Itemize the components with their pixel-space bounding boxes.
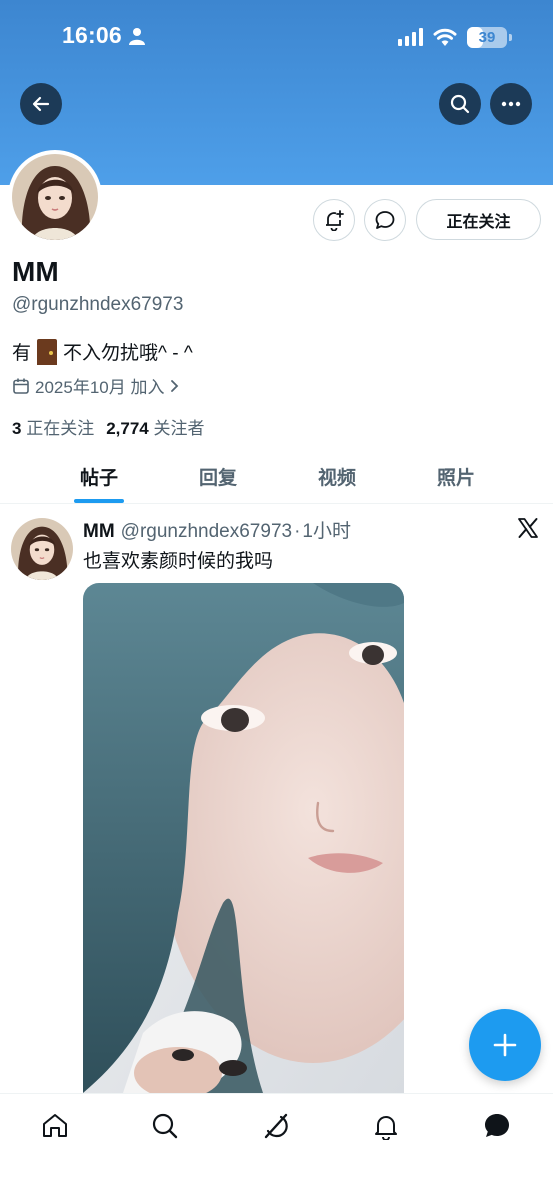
following-label: 正在关注 [26, 419, 95, 438]
joined-text: 2025年10月 加入 [35, 378, 165, 397]
status-time: 16:06 [62, 22, 122, 48]
tab-replies[interactable]: 回复 [168, 448, 268, 504]
door-icon [37, 338, 58, 365]
following-button[interactable]: 正在关注 [416, 199, 541, 240]
followers-label: 关注者 [153, 419, 205, 438]
nav-notifications[interactable] [358, 1108, 414, 1144]
wifi-icon [433, 28, 457, 46]
search-icon [450, 94, 470, 114]
person-icon [129, 28, 145, 45]
display-name: MM [12, 256, 59, 287]
more-icon [501, 101, 521, 107]
nav-home[interactable] [27, 1108, 83, 1144]
profile-handle: @rgunzhndex67973 [12, 294, 184, 315]
back-button[interactable] [20, 83, 62, 125]
joined-date: 2025年10月 加入 [12, 373, 179, 398]
avatar-image [12, 154, 98, 240]
bio-prefix: 有 [12, 343, 32, 364]
tab-photos[interactable]: 照片 [406, 448, 506, 504]
nav-messages[interactable] [469, 1108, 525, 1144]
tab-videos[interactable]: 视频 [287, 448, 387, 504]
more-button[interactable] [490, 83, 532, 125]
following-count-link[interactable]: 3 正在关注 [12, 414, 94, 439]
chat-bubble-icon [375, 211, 395, 229]
post-separator: · [294, 521, 301, 542]
bottom-nav [0, 1093, 553, 1200]
messages-icon [485, 1114, 509, 1137]
post-avatar[interactable] [11, 518, 73, 580]
status-bar: 16:06 39 [0, 0, 553, 76]
grok-icon [264, 1113, 288, 1139]
chevron-right-icon [171, 379, 179, 392]
battery-icon: 39 [467, 26, 512, 48]
plus-icon [493, 1033, 517, 1057]
tab-posts[interactable]: 帖子 [49, 448, 149, 504]
nav-grok[interactable] [248, 1108, 304, 1144]
bio-suffix: 不入勿扰哦^ - ^ [63, 343, 193, 364]
post-text: 也喜欢素颜时候的我吗 [83, 551, 274, 572]
arrow-left-icon [32, 96, 50, 112]
home-icon [43, 1114, 67, 1137]
bell-plus-icon [326, 210, 344, 231]
nav-search[interactable] [137, 1108, 193, 1144]
search-icon [152, 1113, 178, 1139]
profile-avatar[interactable] [8, 150, 102, 244]
calendar-icon [13, 378, 29, 394]
profile-tabs: 帖子 回复 视频 照片 [0, 448, 553, 504]
notify-button[interactable] [313, 199, 355, 241]
profile-bio: 有 不入勿扰哦^ - ^ [12, 338, 193, 365]
x-logo-icon [518, 518, 538, 538]
post-header: MM @rgunzhndex67973 · 1小时 [83, 516, 351, 543]
signal-icon [398, 28, 423, 46]
following-count: 3 [12, 419, 22, 438]
notifications-icon [375, 1116, 397, 1140]
compose-button[interactable] [469, 1009, 541, 1081]
post-author-handle[interactable]: @rgunzhndex67973 [121, 521, 292, 543]
avatar-image [11, 518, 73, 580]
selfie-photo [83, 583, 404, 1093]
search-button[interactable] [439, 83, 481, 125]
followers-count: 2,774 [106, 419, 149, 438]
active-tab-indicator [74, 499, 124, 503]
followers-count-link[interactable]: 2,774 关注者 [106, 414, 204, 439]
post-time[interactable]: 1小时 [302, 516, 351, 543]
battery-level: 39 [478, 28, 496, 46]
message-button[interactable] [364, 199, 406, 241]
post-photo[interactable] [83, 583, 404, 1093]
post-author-name[interactable]: MM [83, 521, 115, 543]
